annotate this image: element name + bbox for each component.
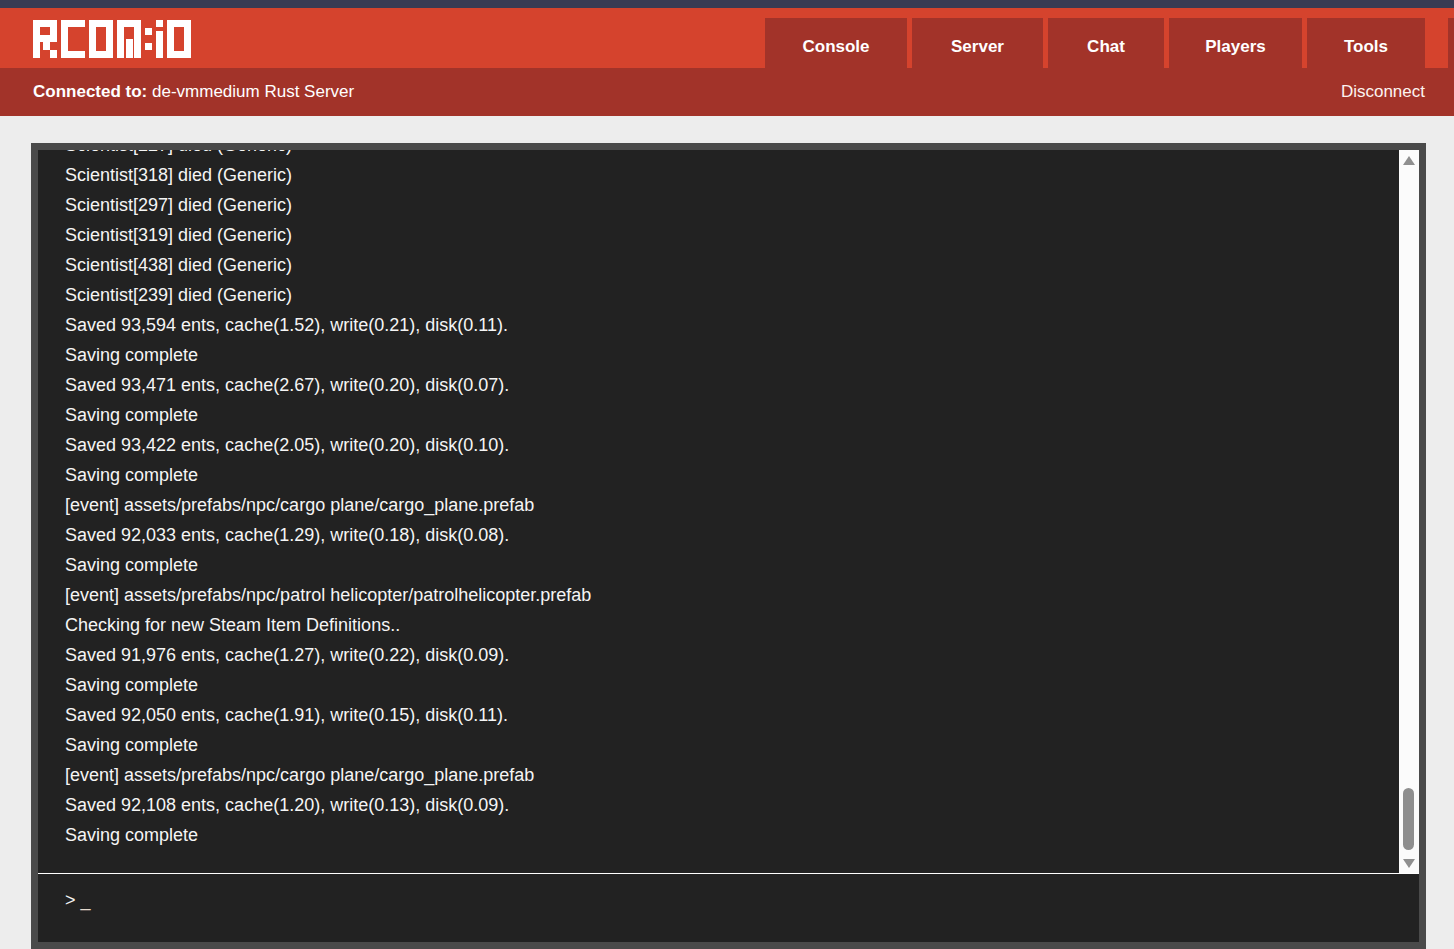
log-line: Saving complete [65,400,1419,430]
log-line: [event] assets/prefabs/npc/cargo plane/c… [65,760,1419,790]
log-line: Saving complete [65,670,1419,700]
console-scrollbar[interactable] [1399,150,1419,873]
log-line: Scientist[319] died (Generic) [65,220,1419,250]
log-line: Saved 92,033 ents, cache(1.29), write(0.… [65,520,1419,550]
status-bar: Connected to: de-vmmedium Rust Server Di… [0,68,1454,116]
log-line: [event] assets/prefabs/npc/cargo plane/c… [65,490,1419,520]
connected-label: Connected to: [33,82,147,101]
scroll-down-icon[interactable] [1403,859,1415,868]
scroll-up-icon[interactable] [1403,156,1415,165]
log-line: Saving complete [65,550,1419,580]
log-line: Saving complete [65,820,1419,850]
log-line: Scientist[438] died (Generic) [65,250,1419,280]
server-name: de-vmmedium Rust Server [152,82,354,101]
scrollbar-thumb[interactable] [1403,788,1414,850]
disconnect-link[interactable]: Disconnect [1341,82,1425,102]
rcon-io-logo[interactable] [33,20,191,58]
console-panel: Scientist[227] died (Generic)Scientist[3… [31,143,1426,949]
log-line: Saved 93,471 ents, cache(2.67), write(0.… [65,370,1419,400]
log-line: [event] assets/prefabs/npc/patrol helico… [65,580,1419,610]
command-prompt: > _ [65,890,91,911]
log-line: Saving complete [65,340,1419,370]
log-line: Saved 92,050 ents, cache(1.91), write(0.… [65,700,1419,730]
log-line: Scientist[318] died (Generic) [65,160,1419,190]
console-log-viewport: Scientist[227] died (Generic)Scientist[3… [38,150,1419,873]
log-line: Scientist[239] died (Generic) [65,280,1419,310]
header: ConsoleServerChatPlayersTools [0,8,1454,68]
input-cursor: _ [81,890,91,910]
log-line: Saving complete [65,460,1419,490]
top-strip [0,0,1454,8]
log-line: Saved 93,422 ents, cache(2.05), write(0.… [65,430,1419,460]
connection-status: Connected to: de-vmmedium Rust Server [33,82,354,102]
log-line: Saved 91,976 ents, cache(1.27), write(0.… [65,640,1419,670]
command-input-row[interactable]: > _ [38,873,1419,942]
log-line: Saved 92,108 ents, cache(1.20), write(0.… [65,790,1419,820]
log-line: Checking for new Steam Item Definitions.… [65,610,1419,640]
log-line: Scientist[227] died (Generic) [65,150,1419,160]
log-line: Scientist[297] died (Generic) [65,190,1419,220]
log-line: Saving complete [65,730,1419,760]
log-line: Saved 93,594 ents, cache(1.52), write(0.… [65,310,1419,340]
prompt-symbol: > [65,890,76,910]
console-log: Scientist[227] died (Generic)Scientist[3… [38,150,1419,850]
